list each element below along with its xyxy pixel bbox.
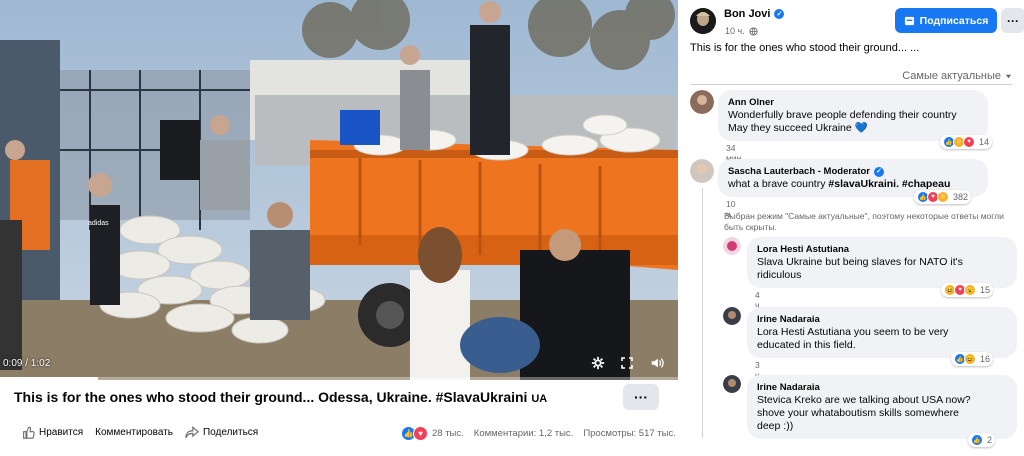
- subscribe-icon: [904, 16, 914, 26]
- globe-icon: [749, 26, 758, 36]
- sort-mode-note: Выбран режим "Самые актуальные", поэтому…: [724, 211, 1004, 232]
- share-label: Поделиться: [202, 427, 259, 438]
- sort-label: Самые актуальные: [902, 70, 1001, 82]
- share-icon: [185, 426, 199, 439]
- love-reaction-icon: ♥: [963, 136, 975, 148]
- comment-reactions[interactable]: 👍 😆 16: [951, 352, 994, 366]
- haha-reaction-icon: 😆: [964, 353, 976, 365]
- comment-reactions[interactable]: 👍 ♥ ☺ 382: [914, 190, 972, 204]
- thumbs-up-icon: [23, 426, 35, 439]
- reaction-icons[interactable]: 👍 ♥: [401, 426, 428, 441]
- comment-bubble: Irine Nadaraia Lora Hesti Astutiana you …: [747, 307, 1017, 358]
- video-progress-fill: [0, 377, 99, 380]
- like-reaction-icon: 👍: [971, 434, 983, 446]
- chevron-down-icon: [1005, 74, 1012, 78]
- like-label: Нравится: [39, 427, 84, 438]
- avatar[interactable]: [690, 159, 714, 183]
- post-actions: Нравится Комментировать Поделиться: [22, 426, 270, 439]
- comment-button[interactable]: Комментировать: [95, 427, 173, 438]
- comment-reactions[interactable]: 👍 ☺ ♥ 14: [940, 135, 993, 149]
- care-reaction-icon: ☺: [937, 191, 949, 203]
- comment-reactions[interactable]: 👍 2: [968, 433, 996, 447]
- comment-author[interactable]: Ann Olner: [728, 96, 978, 109]
- comment-bubble: Ann Olner Wonderfully brave people defen…: [718, 90, 988, 141]
- avatar[interactable]: [690, 90, 714, 114]
- subscribe-label: Подписаться: [919, 14, 989, 27]
- verified-badge-icon: ✓: [874, 166, 885, 177]
- caption-text: This is for the ones who stood their gro…: [14, 389, 528, 405]
- post-more-button[interactable]: ···: [1001, 8, 1024, 33]
- divider: [690, 84, 1012, 85]
- subscribe-button[interactable]: Подписаться: [895, 8, 997, 33]
- post-text: This is for the ones who stood their gro…: [690, 42, 920, 54]
- video-caption: This is for the ones who stood their gro…: [14, 389, 547, 405]
- fullscreen-icon[interactable]: [618, 354, 636, 372]
- wow-reaction-icon: 😮: [964, 284, 976, 296]
- comment-text-line: May they succeed Ukraine 💙: [728, 122, 868, 134]
- avatar[interactable]: [723, 375, 741, 393]
- comment-reactions[interactable]: 😆 ♥ 😮 15: [941, 283, 994, 297]
- flag-text: UA: [531, 393, 548, 405]
- views-count: Просмотры: 517 тыс.: [583, 428, 676, 439]
- comment-author[interactable]: Irine Nadaraia: [757, 381, 1007, 394]
- comment-sort-dropdown[interactable]: Самые актуальные: [902, 70, 1013, 82]
- comment-author[interactable]: Sascha Lauterbach - Moderator ✓: [728, 165, 978, 178]
- post-stats: 👍 ♥ 28 тыс. Комментарии: 1,2 тыс. Просмо…: [401, 426, 676, 441]
- like-button[interactable]: Нравится: [22, 426, 83, 439]
- comment-label: Комментировать: [95, 427, 173, 438]
- hashtag-link[interactable]: #slavaUkraini. #chapeau: [828, 178, 950, 190]
- page-name[interactable]: Bon Jovi ✓: [724, 8, 785, 20]
- post-time[interactable]: 10 ч.: [725, 26, 758, 36]
- video-time: 0:09 / 1:02: [3, 358, 51, 369]
- comment-author[interactable]: Lora Hesti Astutiana: [757, 243, 1007, 256]
- love-reaction-icon: ♥: [413, 426, 428, 441]
- volume-icon[interactable]: [648, 354, 666, 372]
- comments-count[interactable]: Комментарии: 1,2 тыс.: [474, 428, 574, 439]
- settings-icon[interactable]: [589, 354, 607, 372]
- comment-bubble: Irine Nadaraia Stevica Kreko are we talk…: [747, 375, 1017, 439]
- comment-author[interactable]: Irine Nadaraia: [757, 313, 1007, 326]
- avatar[interactable]: [723, 237, 741, 255]
- video-frame: adidas: [0, 0, 678, 380]
- thread-line: [702, 188, 703, 438]
- share-button[interactable]: Поделиться: [185, 426, 258, 439]
- post-sidebar: Bon Jovi ✓ 10 ч. Подписаться ··· This is…: [678, 0, 1024, 456]
- shirt-logo-text: adidas: [88, 220, 109, 227]
- comment-bubble: Lora Hesti Astutiana Slava Ukraine but b…: [747, 237, 1017, 288]
- more-options-button[interactable]: ···: [623, 384, 659, 410]
- verified-badge-icon: ✓: [774, 9, 785, 19]
- avatar[interactable]: [723, 307, 741, 325]
- comment-text-line: Wonderfully brave people defending their…: [728, 109, 957, 121]
- page-avatar[interactable]: [690, 8, 716, 34]
- reactions-count[interactable]: 28 тыс.: [432, 428, 464, 439]
- video-progress-bar[interactable]: [0, 377, 678, 380]
- video-player[interactable]: adidas 0:09 / 1:02: [0, 0, 678, 380]
